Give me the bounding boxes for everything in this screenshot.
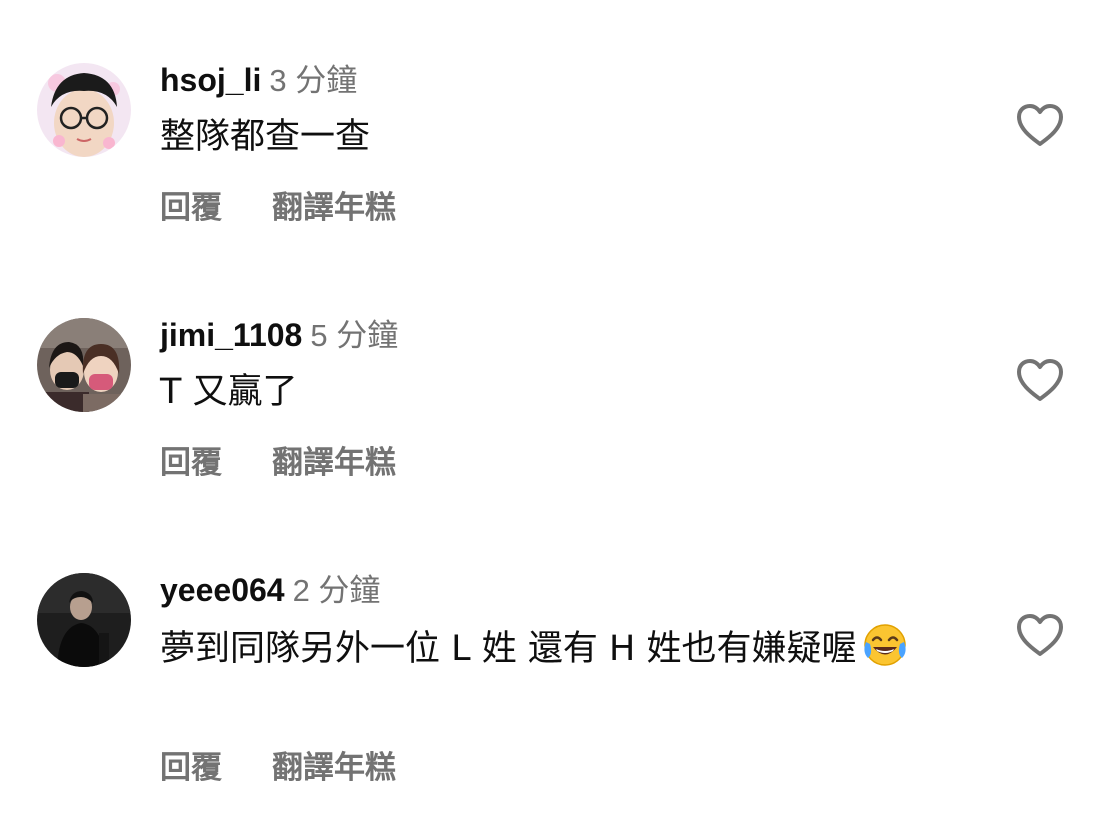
username[interactable]: hsoj_li (160, 62, 261, 98)
avatar[interactable] (37, 318, 131, 412)
comment-header: hsoj_li 3 分鐘 (160, 58, 357, 102)
comment-text: 整隊都查一查 (160, 117, 371, 157)
comment-actions: 回覆 翻譯年糕 (160, 441, 396, 485)
heart-outline-icon[interactable] (1015, 102, 1065, 148)
comment-text-content: 夢到同隊另外一位 L 姓 還有 H 姓也有嫌疑喔 (160, 629, 857, 669)
comment-actions: 回覆 翻譯年糕 (160, 746, 396, 790)
comment-text: 夢到同隊另外一位 L 姓 還有 H 姓也有嫌疑喔 (160, 622, 950, 674)
avatar[interactable] (37, 573, 131, 667)
translate-button[interactable]: 翻譯年糕 (272, 445, 396, 481)
heart-outline-icon[interactable] (1015, 612, 1065, 658)
translate-button[interactable]: 翻譯年糕 (272, 750, 396, 786)
translate-button[interactable]: 翻譯年糕 (272, 190, 396, 226)
face-with-tears-of-joy-icon (860, 622, 910, 668)
reply-button[interactable]: 回覆 (160, 190, 222, 226)
heart-outline-icon[interactable] (1015, 357, 1065, 403)
timestamp: 2 分鐘 (292, 573, 381, 608)
comment-actions: 回覆 翻譯年糕 (160, 186, 396, 230)
avatar[interactable] (37, 63, 131, 157)
username[interactable]: yeee064 (160, 572, 285, 608)
timestamp: 3 分鐘 (269, 63, 358, 98)
reply-button[interactable]: 回覆 (160, 445, 222, 481)
username[interactable]: jimi_1108 (160, 317, 302, 353)
reply-button[interactable]: 回覆 (160, 750, 222, 786)
timestamp: 5 分鐘 (310, 318, 399, 353)
comment-header: yeee064 2 分鐘 (160, 568, 380, 612)
comment-text: T 又贏了 (160, 372, 298, 412)
comment-header: jimi_1108 5 分鐘 (160, 313, 398, 357)
